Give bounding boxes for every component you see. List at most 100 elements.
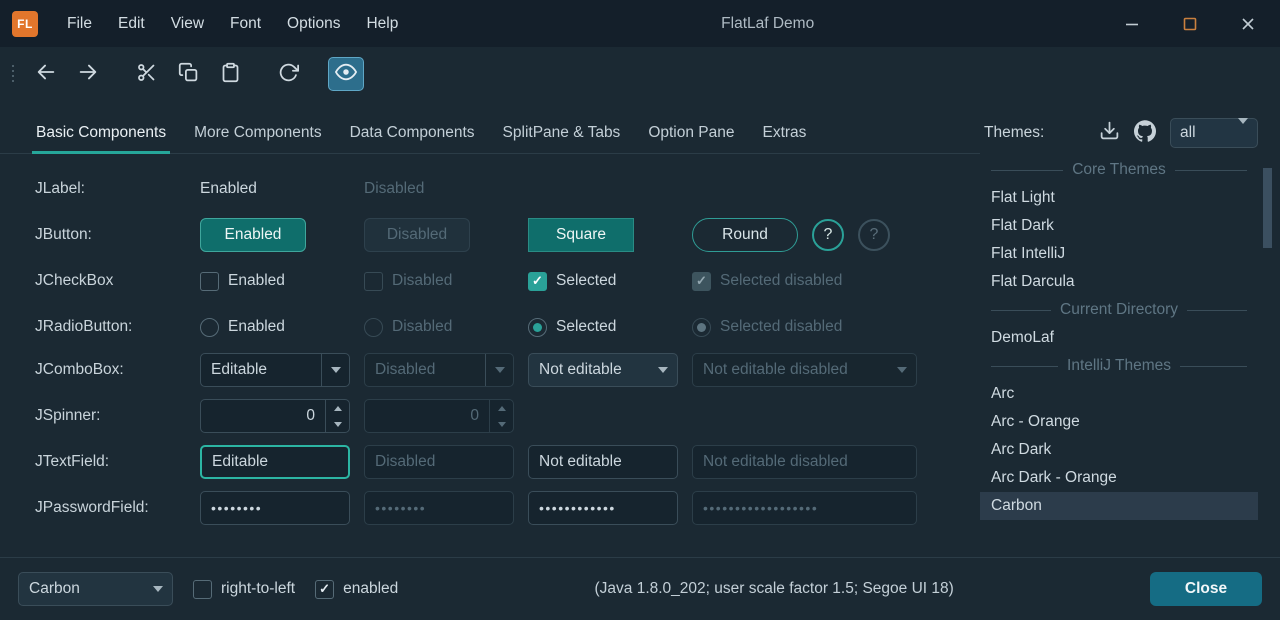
tab-extras[interactable]: Extras [749, 112, 821, 153]
close-button[interactable]: Close [1150, 572, 1262, 606]
jtextfield-row: JTextField: Editable Disabled Not editab… [35, 442, 980, 488]
jlabel-row-label: JLabel: [35, 180, 200, 198]
arrow-right-icon [77, 61, 99, 86]
environment-info: (Java 1.8.0_202; user scale factor 1.5; … [418, 580, 1130, 598]
radio-disabled: Disabled [364, 318, 452, 337]
radio-enabled[interactable]: Enabled [200, 318, 285, 337]
radio-circle [200, 318, 219, 337]
app-logo-icon: FL [12, 11, 38, 37]
theme-item-flat-intellij[interactable]: Flat IntelliJ [980, 240, 1258, 268]
checkbox-box-checked [315, 580, 334, 599]
help-button[interactable]: ? [812, 219, 844, 251]
square-button[interactable]: Square [528, 218, 634, 252]
passwordfield-disabled: •••••••• [364, 491, 514, 525]
menu-edit[interactable]: Edit [105, 0, 158, 47]
textfield-editable[interactable]: Editable [200, 445, 350, 479]
chevron-down-icon[interactable] [321, 354, 349, 386]
themes-filter-select[interactable]: all [1170, 118, 1258, 148]
scrollbar-thumb[interactable] [1263, 168, 1272, 248]
radio-selected[interactable]: Selected [528, 318, 616, 337]
menu-view[interactable]: View [158, 0, 217, 47]
cut-button[interactable] [128, 57, 164, 91]
textfield-not-editable[interactable]: Not editable [528, 445, 678, 479]
theme-item-demolaf[interactable]: DemoLaf [980, 324, 1258, 352]
title-bar: FL File Edit View Font Options Help Flat… [0, 0, 1280, 47]
checkbox-box [200, 272, 219, 291]
scissors-icon [136, 62, 157, 86]
arrow-left-icon [35, 61, 57, 86]
theme-separator: Core Themes [980, 156, 1258, 184]
jcheckbox-row-label: JCheckBox [35, 272, 200, 290]
combobox-editable[interactable]: Editable [200, 353, 350, 387]
themes-label: Themes: [984, 124, 1044, 142]
tab-more-components[interactable]: More Components [180, 112, 336, 153]
theme-item-arc-orange[interactable]: Arc - Orange [980, 408, 1258, 436]
theme-item-flat-darcula[interactable]: Flat Darcula [980, 268, 1258, 296]
refresh-icon [278, 62, 299, 86]
spinner-disabled: 0 [364, 399, 514, 433]
theme-item-arc[interactable]: Arc [980, 380, 1258, 408]
chevron-down-icon [144, 573, 172, 605]
maximize-button[interactable] [1182, 16, 1198, 32]
disabled-button: Disabled [364, 218, 470, 252]
jcombobox-row-label: JComboBox: [35, 361, 200, 379]
combobox-disabled: Disabled [364, 353, 514, 387]
window-title: FlatLaf Demo [411, 15, 1124, 33]
status-bar: Carbon right-to-left enabled (Java 1.8.0… [0, 557, 1280, 620]
menu-file[interactable]: File [54, 0, 105, 47]
checkbox-selected[interactable]: Selected [528, 272, 616, 291]
github-link-button[interactable] [1134, 120, 1156, 147]
chevron-down-icon [1238, 124, 1248, 142]
tab-basic-components[interactable]: Basic Components [22, 112, 180, 153]
spinner-down-button[interactable] [326, 416, 349, 432]
close-window-button[interactable] [1240, 16, 1256, 32]
theme-item-carbon[interactable]: Carbon [980, 492, 1258, 520]
menu-help[interactable]: Help [353, 0, 411, 47]
refresh-button[interactable] [270, 57, 306, 91]
radio-circle-selected [528, 318, 547, 337]
jtextfield-row-label: JTextField: [35, 453, 200, 471]
round-button[interactable]: Round [692, 218, 798, 252]
forward-button[interactable] [70, 57, 106, 91]
copy-button[interactable] [170, 57, 206, 91]
theme-select-combobox[interactable]: Carbon [18, 572, 173, 606]
theme-item-arc-dark-orange[interactable]: Arc Dark - Orange [980, 464, 1258, 492]
jbutton-row: JButton: Enabled Disabled Square Round ?… [35, 212, 980, 258]
paste-button[interactable] [212, 57, 248, 91]
spinner-up-button[interactable] [326, 400, 349, 416]
download-icon [1099, 120, 1120, 146]
theme-item-flat-dark[interactable]: Flat Dark [980, 212, 1258, 240]
tab-splitpane-tabs[interactable]: SplitPane & Tabs [489, 112, 635, 153]
combobox-not-editable[interactable]: Not editable [528, 353, 678, 387]
enabled-checkbox[interactable]: enabled [315, 580, 398, 599]
tab-data-components[interactable]: Data Components [336, 112, 489, 153]
toolbar-grip-handle[interactable] [12, 65, 14, 82]
minimize-button[interactable] [1124, 16, 1140, 32]
download-themes-button[interactable] [1099, 120, 1120, 146]
jspinner-row-label: JSpinner: [35, 407, 200, 425]
checkbox-box [193, 580, 212, 599]
spinner-down-button [490, 416, 513, 432]
spinner-up-button [490, 400, 513, 416]
theme-separator: Current Directory [980, 296, 1258, 324]
label-enabled: Enabled [200, 180, 257, 198]
passwordfield-editable[interactable]: •••••••• [200, 491, 350, 525]
label-disabled: Disabled [364, 180, 424, 198]
menu-font[interactable]: Font [217, 0, 274, 47]
spinner-enabled[interactable]: 0 [200, 399, 350, 433]
theme-item-arc-dark[interactable]: Arc Dark [980, 436, 1258, 464]
checkbox-selected-disabled: Selected disabled [692, 272, 842, 291]
menu-options[interactable]: Options [274, 0, 353, 47]
back-button[interactable] [28, 57, 64, 91]
show-toggle-button[interactable] [328, 57, 364, 91]
chevron-down-icon [485, 354, 513, 386]
theme-item-flat-light[interactable]: Flat Light [980, 184, 1258, 212]
checkbox-enabled[interactable]: Enabled [200, 272, 285, 291]
tab-option-pane[interactable]: Option Pane [634, 112, 748, 153]
chevron-down-icon [888, 354, 916, 386]
copy-icon [178, 62, 199, 86]
right-to-left-checkbox[interactable]: right-to-left [193, 580, 295, 599]
passwordfield-not-editable[interactable]: •••••••••••• [528, 491, 678, 525]
enabled-button[interactable]: Enabled [200, 218, 306, 252]
menu-bar: File Edit View Font Options Help [54, 0, 411, 47]
